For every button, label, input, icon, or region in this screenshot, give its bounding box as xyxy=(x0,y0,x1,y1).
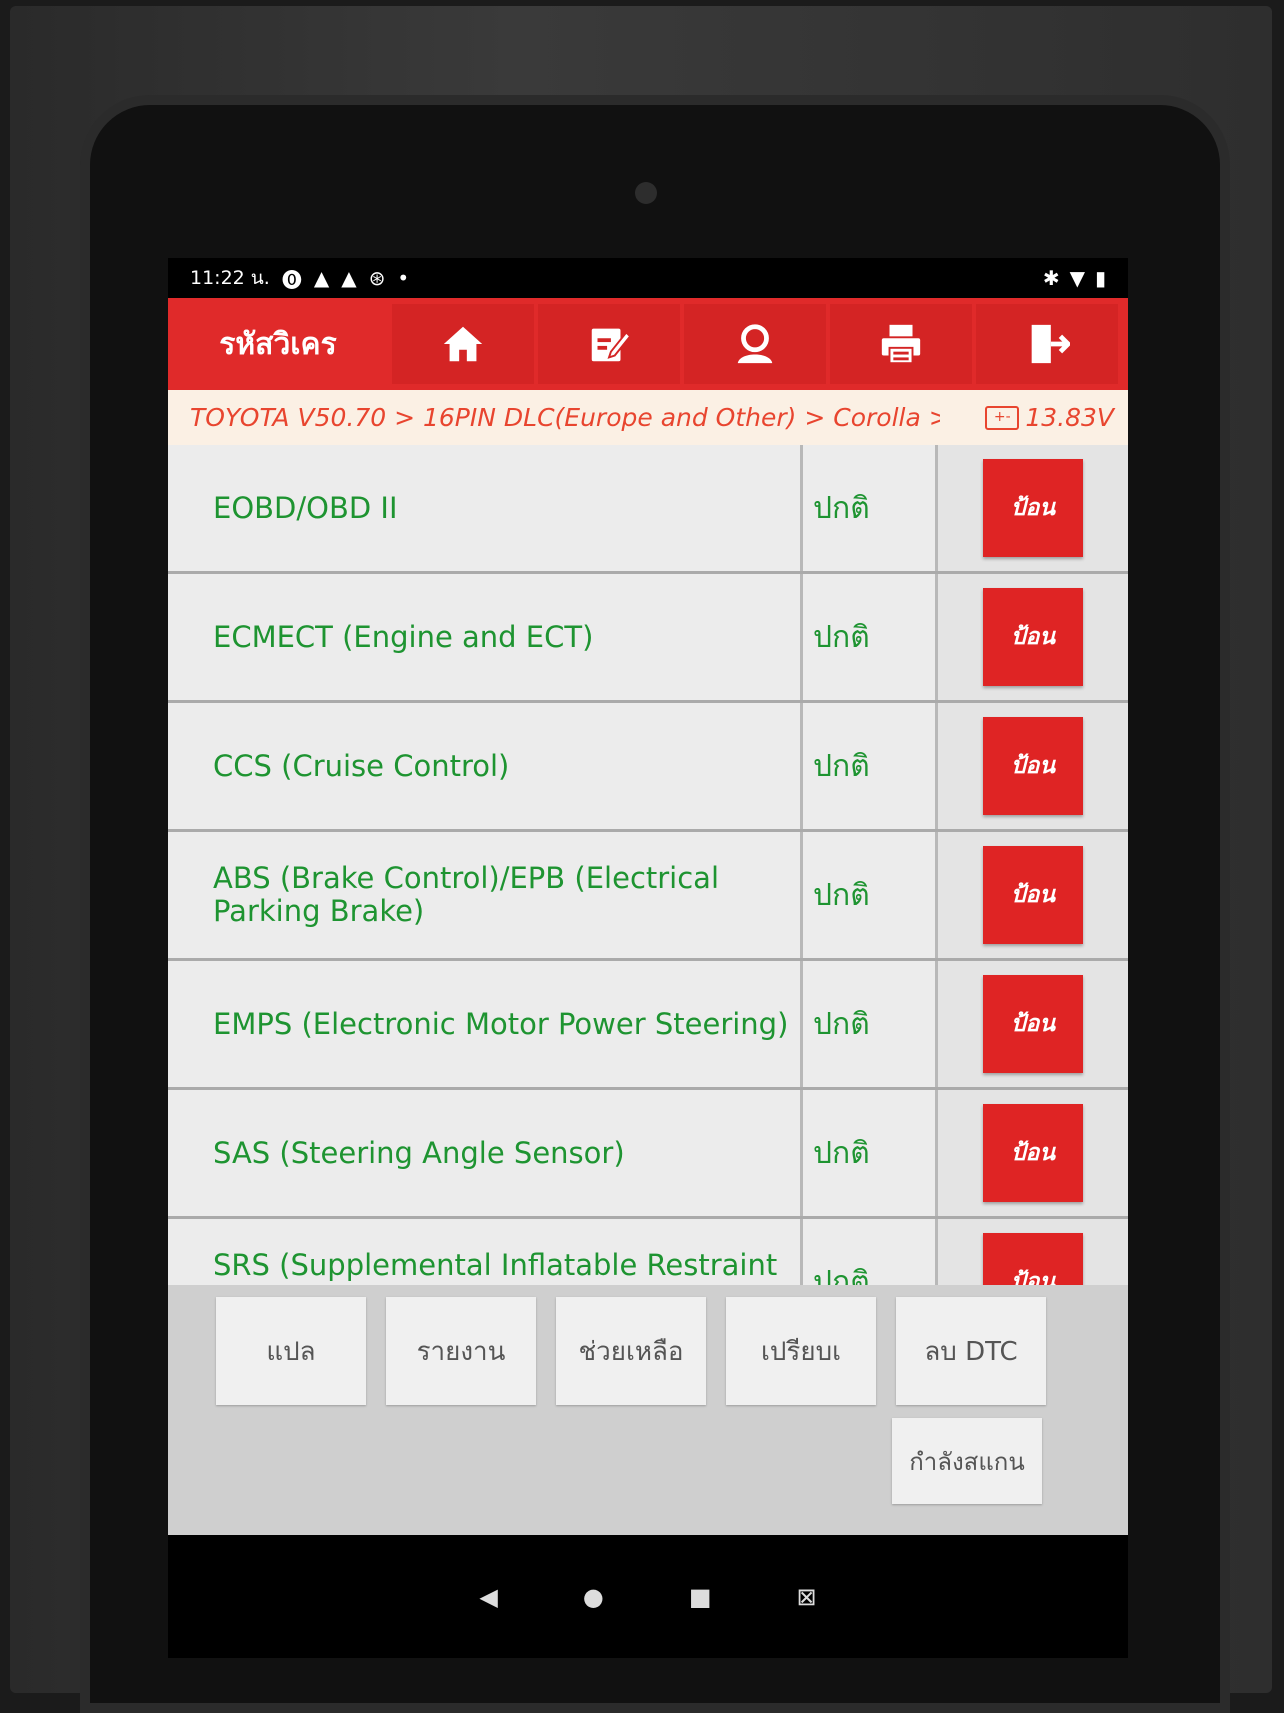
page-title: รหัสวิเคร xyxy=(219,326,337,362)
voltage-value: 13.83V xyxy=(1025,403,1114,432)
compare-button[interactable]: เปรียบเ xyxy=(726,1297,876,1405)
home-button[interactable] xyxy=(392,304,534,384)
status-time: 11:22 น. xyxy=(190,267,270,289)
system-row: EMPS (Electronic Motor Power Steering) ป… xyxy=(168,961,1128,1090)
bluetooth-icon: ✱ xyxy=(1042,266,1060,290)
system-row: ABS (Brake Control)/EPB (Electrical Park… xyxy=(168,832,1128,961)
system-row: CCS (Cruise Control) ปกติ ป้อน xyxy=(168,703,1128,832)
alert-circle-icon: ⓿ xyxy=(281,267,302,292)
home-icon xyxy=(443,326,483,362)
home-nav-icon[interactable]: ● xyxy=(583,1583,604,1611)
system-status: ปกติ xyxy=(803,1090,938,1216)
battery-icon: ▮ xyxy=(1094,266,1106,290)
clear-dtc-button[interactable]: ลบ DTC xyxy=(896,1297,1046,1405)
wifi-icon: ▼ xyxy=(1069,266,1085,290)
car-battery-icon: +- xyxy=(985,405,1020,430)
system-row: ECMECT (Engine and ECT) ปกติ ป้อน xyxy=(168,574,1128,703)
system-name: CCS (Cruise Control) xyxy=(168,703,803,829)
print-button[interactable] xyxy=(830,304,972,384)
enter-button[interactable]: ป้อน xyxy=(983,975,1083,1073)
warning-icon: ▲ xyxy=(341,266,357,290)
translate-button[interactable]: แปล xyxy=(216,1297,366,1405)
accessibility-icon: ⊛ xyxy=(368,266,386,290)
recents-nav-icon[interactable]: ■ xyxy=(689,1583,712,1611)
system-status: ปกติ xyxy=(803,574,938,700)
enter-button[interactable]: ป้อน xyxy=(983,588,1083,686)
top-toolbar: รหัสวิเคร xyxy=(168,298,1128,390)
system-row: SAS (Steering Angle Sensor) ปกติ ป้อน xyxy=(168,1090,1128,1219)
enter-button[interactable]: ป้อน xyxy=(983,846,1083,944)
breadcrumb: TOYOTA V50.70 > 16PIN DLC(Europe and Oth… xyxy=(168,390,1128,445)
system-name: ECMECT (Engine and ECT) xyxy=(168,574,803,700)
back-nav-icon[interactable]: ◀ xyxy=(479,1583,497,1611)
enter-button[interactable]: ป้อน xyxy=(983,1104,1083,1202)
system-status: ปกติ xyxy=(803,703,938,829)
system-status: ปกติ xyxy=(803,961,938,1087)
dot-icon: • xyxy=(397,266,410,290)
help-button[interactable]: ช่วยเหลือ xyxy=(556,1297,706,1405)
exit-icon xyxy=(1031,324,1070,364)
report-button[interactable]: รายงาน xyxy=(386,1297,536,1405)
android-nav-bar: ◀ ● ■ ⊠ xyxy=(168,1535,1128,1658)
system-list: EOBD/OBD II ปกติ ป้อน ECMECT (Engine and… xyxy=(168,445,1128,1348)
enter-button[interactable]: ป้อน xyxy=(983,459,1083,557)
system-name: ABS (Brake Control)/EPB (Electrical Park… xyxy=(168,832,803,958)
edit-button[interactable] xyxy=(538,304,680,384)
warning-icon: ▲ xyxy=(313,266,330,290)
system-name: SAS (Steering Angle Sensor) xyxy=(168,1090,803,1216)
tablet-screen: 11:22 น. ⓿ ▲ ▲ ⊛ • ✱ ▼ ▮ รหัสวิเคร TOYOT… xyxy=(168,258,1128,1658)
user-button[interactable] xyxy=(684,304,826,384)
system-status: ปกติ xyxy=(803,445,938,571)
front-camera xyxy=(635,182,657,204)
scanning-button[interactable]: กำลังสแกน xyxy=(892,1418,1042,1504)
user-icon xyxy=(737,324,773,364)
edit-icon xyxy=(591,328,632,362)
breadcrumb-path: TOYOTA V50.70 > 16PIN DLC(Europe and Oth… xyxy=(190,403,940,432)
print-icon xyxy=(881,324,921,365)
voltage-indicator: +- 13.83V xyxy=(985,403,1114,432)
system-row: EOBD/OBD II ปกติ ป้อน xyxy=(168,445,1128,574)
screenshot-nav-icon[interactable]: ⊠ xyxy=(797,1583,817,1611)
system-name: EMPS (Electronic Motor Power Steering) xyxy=(168,961,803,1087)
bottom-toolbar: แปล รายงาน ช่วยเหลือ เปรียบเ ลบ DTC กำลั… xyxy=(168,1285,1128,1535)
exit-button[interactable] xyxy=(976,304,1118,384)
system-name: EOBD/OBD II xyxy=(168,445,803,571)
enter-button[interactable]: ป้อน xyxy=(983,717,1083,815)
status-bar: 11:22 น. ⓿ ▲ ▲ ⊛ • ✱ ▼ ▮ xyxy=(168,258,1128,298)
system-status: ปกติ xyxy=(803,832,938,958)
